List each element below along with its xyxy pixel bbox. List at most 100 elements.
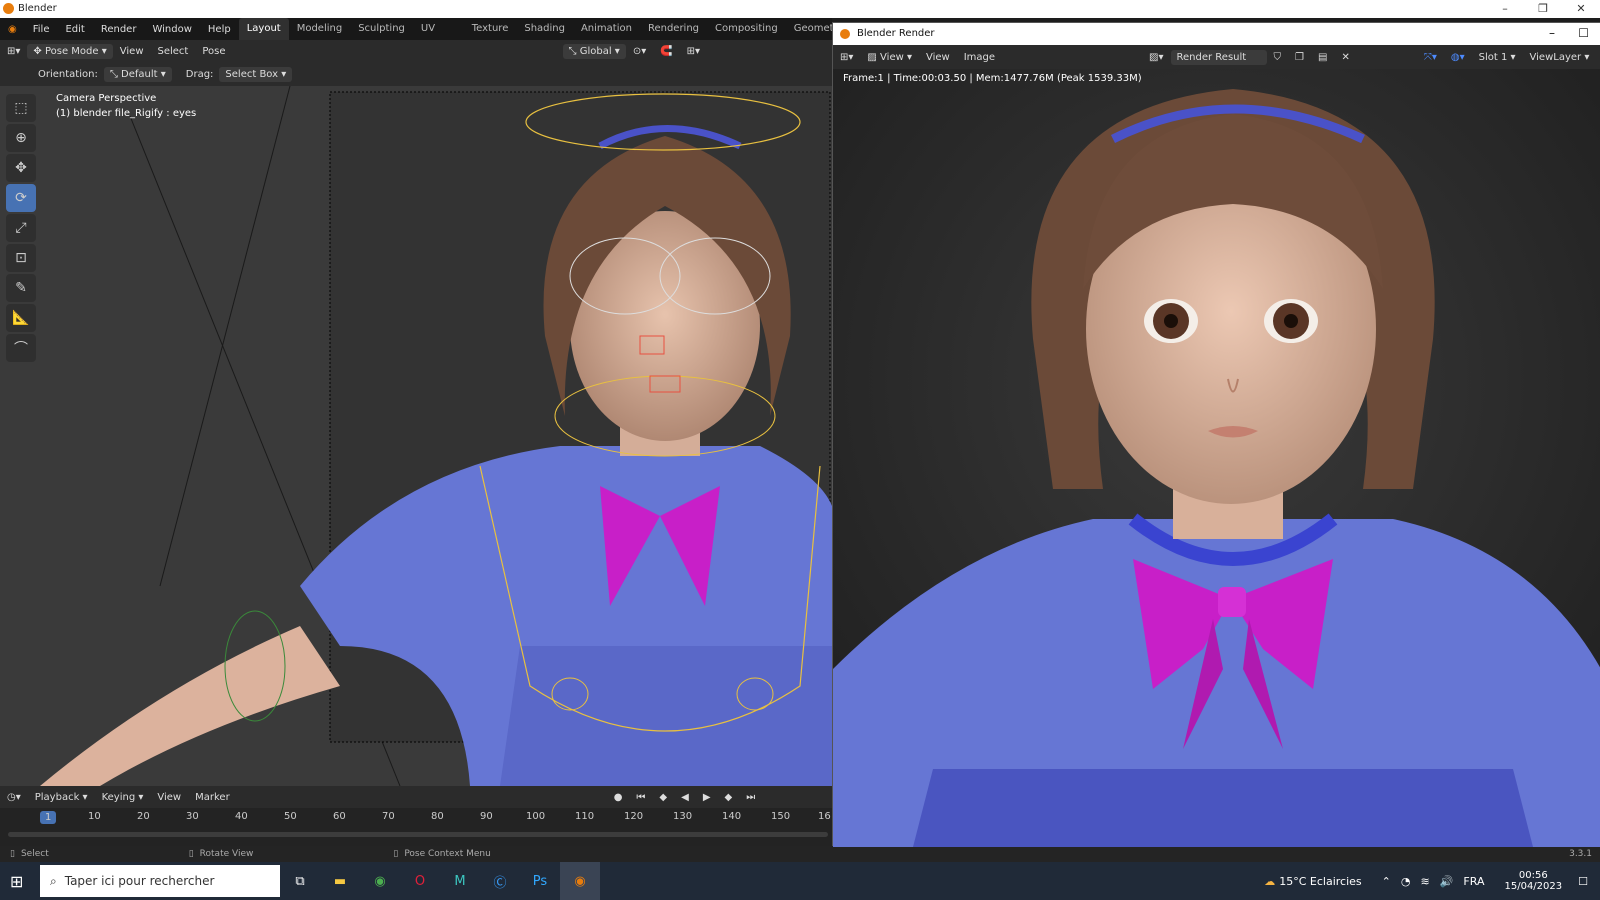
mode-dropdown[interactable]: ✥ Pose Mode ▾ (27, 43, 113, 59)
pivot-icon[interactable]: ⊙▾ (626, 46, 653, 57)
clock[interactable]: 00:56 15/04/2023 (1504, 870, 1562, 892)
jump-end-icon[interactable]: ⏭ (739, 792, 762, 803)
timeline[interactable]: ◷▾ Playback ▾ Keying ▾ View Marker ● ⏮ ◆… (0, 786, 832, 846)
photoshop-icon[interactable]: Ps (520, 862, 560, 900)
menu-pose[interactable]: Pose (195, 46, 232, 57)
language-label[interactable]: FRA (1463, 875, 1484, 888)
timeline-view-menu[interactable]: View (150, 792, 188, 803)
new-image-icon[interactable]: ❐ (1288, 52, 1311, 63)
jump-start-icon[interactable]: ⏮ (629, 792, 652, 803)
curve-tool-icon[interactable]: ⌒ (6, 334, 36, 362)
fake-user-icon[interactable]: ⛉ (1267, 52, 1289, 63)
tab-shading[interactable]: Shading (516, 18, 573, 40)
maximize-icon[interactable]: ☐ (1578, 26, 1589, 40)
render-result-field[interactable]: Render Result (1170, 49, 1267, 65)
close-icon[interactable]: ✕ (1562, 0, 1600, 18)
tab-layout[interactable]: Layout (238, 18, 289, 40)
network-icon[interactable]: ◔ (1401, 875, 1411, 888)
measure-tool-icon[interactable]: 📐 (6, 304, 36, 332)
timeline-editor-icon[interactable]: ◷▾ (0, 792, 28, 803)
weather-label[interactable]: 15°C Eclaircies (1279, 875, 1361, 888)
opera-icon[interactable]: O (400, 862, 440, 900)
c-app-icon[interactable]: Ⓒ (480, 862, 520, 900)
menu-edit[interactable]: Edit (57, 24, 92, 35)
tab-compositing[interactable]: Compositing (707, 18, 786, 40)
tab-sculpting[interactable]: Sculpting (350, 18, 413, 40)
task-view-icon[interactable]: ⧉ (280, 862, 320, 900)
menu-view[interactable]: View (919, 52, 957, 63)
tool-settings-header: Orientation: ⤡ Default ▾ Drag: Select Bo… (0, 62, 832, 86)
tab-texture-paint[interactable]: Texture Paint (464, 18, 517, 56)
restore-icon[interactable]: ❐ (1524, 0, 1562, 18)
volume-icon[interactable]: 🔊 (1440, 875, 1454, 888)
menu-select[interactable]: Select (151, 46, 196, 57)
select-box-tool-icon[interactable]: ⬚ (6, 94, 36, 122)
window-title: Blender (18, 3, 57, 14)
open-image-icon[interactable]: ▤ (1311, 52, 1334, 63)
viewlayer-dropdown[interactable]: ViewLayer ▾ (1523, 52, 1597, 63)
tool-shelf: ⬚ ⊕ ✥ ⟳ ⤢ ⊡ ✎ 📐 ⌒ (6, 92, 42, 372)
slot-dropdown[interactable]: Slot 1 ▾ (1472, 52, 1523, 63)
menu-image[interactable]: Image (957, 52, 1002, 63)
menu-window[interactable]: Window (144, 24, 199, 35)
blender-taskbar-icon[interactable]: ◉ (560, 862, 600, 900)
notification-icon[interactable]: ☐ (1578, 875, 1588, 888)
rotate-tool-icon[interactable]: ⟳ (6, 184, 36, 212)
blender-logo-icon (840, 29, 850, 39)
cursor-tool-icon[interactable]: ⊕ (6, 124, 36, 152)
file-explorer-icon[interactable]: ▬ (320, 862, 360, 900)
tab-animation[interactable]: Animation (573, 18, 640, 40)
transform-tool-icon[interactable]: ⊡ (6, 244, 36, 272)
render-result-image[interactable]: Frame:1 | Time:00:03.50 | Mem:1477.76M (… (833, 69, 1600, 847)
tab-rendering[interactable]: Rendering (640, 18, 707, 40)
menu-render[interactable]: Render (93, 24, 145, 35)
frame-ruler[interactable]: 1 10 20 30 40 50 60 70 80 90 100 110 120… (0, 808, 832, 826)
prev-key-icon[interactable]: ◆ (652, 792, 674, 803)
transform-orientation-dropdown[interactable]: ⤡ Global ▾ (562, 43, 626, 59)
move-tool-icon[interactable]: ✥ (6, 154, 36, 182)
play-icon[interactable]: ▶ (696, 792, 718, 803)
play-reverse-icon[interactable]: ◀ (674, 792, 696, 803)
playback-menu[interactable]: Playback ▾ (28, 792, 95, 803)
image-browse-icon[interactable]: ▨▾ (1142, 52, 1170, 63)
unlink-icon[interactable]: ✕ (1334, 52, 1356, 63)
view-mode-dropdown[interactable]: ▨ View ▾ (860, 52, 919, 63)
tab-modeling[interactable]: Modeling (289, 18, 351, 40)
maya-icon[interactable]: M (440, 862, 480, 900)
current-frame[interactable]: 1 (40, 811, 57, 824)
chevron-up-icon[interactable]: ⌃ (1382, 875, 1391, 888)
version-label: 3.3.1 (1569, 849, 1592, 859)
menu-view[interactable]: View (113, 46, 151, 57)
windows-start-icon[interactable]: ⊞ (10, 872, 23, 891)
menu-file[interactable]: File (25, 24, 58, 35)
blender-menu-icon[interactable]: ◉ (0, 24, 25, 35)
marker-menu[interactable]: Marker (188, 792, 237, 803)
chrome-icon[interactable]: ◉ (360, 862, 400, 900)
minimize-icon[interactable]: – (1549, 26, 1555, 40)
annotate-tool-icon[interactable]: ✎ (6, 274, 36, 302)
overlay-icon[interactable]: ◍▾ (1444, 52, 1472, 63)
record-button-icon[interactable]: ● (607, 792, 630, 803)
wifi-icon[interactable]: ≋ (1421, 875, 1430, 888)
proportional-icon[interactable]: ⊞▾ (680, 46, 707, 57)
3d-viewport[interactable] (0, 86, 832, 786)
image-editor-type-icon[interactable]: ⊞▾ (833, 52, 860, 63)
scale-tool-icon[interactable]: ⤢ (6, 214, 36, 242)
tick: 70 (382, 811, 395, 822)
minimize-icon[interactable]: – (1486, 0, 1524, 18)
keying-menu[interactable]: Keying ▾ (95, 792, 151, 803)
weather-icon[interactable]: ☁ (1264, 875, 1275, 888)
menu-help[interactable]: Help (200, 24, 239, 35)
render-window-titlebar: Blender Render – ☐ (833, 23, 1600, 45)
gizmo-icon[interactable]: ⤧▾ (1417, 52, 1444, 63)
tab-uv-editing[interactable]: UV Editing (413, 18, 464, 56)
next-key-icon[interactable]: ◆ (718, 792, 740, 803)
taskbar-search[interactable]: ⌕ Taper ici pour rechercher (40, 865, 280, 897)
snap-icon[interactable]: 🧲 (653, 46, 679, 57)
timeline-scrollbar[interactable] (8, 832, 828, 837)
orientation-dropdown[interactable]: ⤡ Default ▾ (103, 66, 172, 82)
editor-type-icon[interactable]: ⊞▾ (0, 46, 27, 57)
playback-label: Playback (34, 791, 80, 803)
date-label: 15/04/2023 (1504, 881, 1563, 892)
drag-dropdown[interactable]: Select Box ▾ (219, 66, 293, 82)
